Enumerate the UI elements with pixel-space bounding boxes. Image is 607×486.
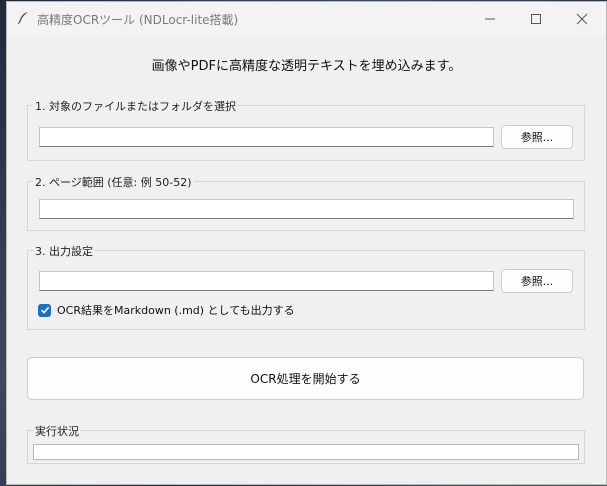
target-file-label: 1. 対象のファイルまたはフォルダを選択 — [33, 98, 238, 114]
markdown-checkbox-label: OCR結果をMarkdown (.md) としても出力する — [57, 304, 295, 317]
checkmark-icon — [40, 306, 49, 314]
status-field — [33, 444, 579, 460]
status-label: 実行状況 — [33, 423, 81, 439]
app-window: 高精度OCRツール (NDLocr-lite搭載) 画像やPDFに高精度な透明テ… — [6, 1, 607, 485]
page-range-input[interactable] — [39, 199, 574, 219]
feather-icon — [17, 12, 28, 25]
output-settings-group: 3. 出力設定 参照... OCR結果をMarkdown (.md) としても出… — [27, 243, 585, 330]
maximize-button[interactable] — [513, 2, 559, 35]
maximize-icon — [531, 13, 541, 24]
markdown-checkbox[interactable] — [38, 303, 51, 317]
window-title: 高精度OCRツール (NDLocr-lite搭載) — [37, 13, 239, 27]
start-ocr-button[interactable]: OCR処理を開始する — [27, 357, 584, 400]
target-file-group: 1. 対象のファイルまたはフォルダを選択 参照... — [27, 98, 585, 161]
output-browse-button[interactable]: 参照... — [501, 269, 573, 293]
minimize-button[interactable] — [467, 2, 513, 35]
target-path-input[interactable] — [39, 127, 494, 147]
title-bar[interactable]: 高精度OCRツール (NDLocr-lite搭載) — [7, 2, 606, 35]
minimize-icon — [485, 18, 495, 19]
status-group: 実行状況 — [27, 423, 585, 464]
page-range-label: 2. ページ範囲 (任意: 例 50-52) — [33, 174, 194, 190]
page-range-group: 2. ページ範囲 (任意: 例 50-52) — [27, 174, 585, 231]
target-browse-button[interactable]: 参照... — [501, 125, 573, 149]
output-path-input[interactable] — [39, 271, 494, 291]
page-headline: 画像やPDFに高精度な透明テキストを埋め込みます。 — [151, 59, 462, 74]
close-button[interactable] — [559, 2, 605, 35]
close-icon — [576, 13, 588, 24]
markdown-option[interactable]: OCR結果をMarkdown (.md) としても出力する — [38, 302, 295, 318]
output-settings-label: 3. 出力設定 — [33, 243, 95, 259]
